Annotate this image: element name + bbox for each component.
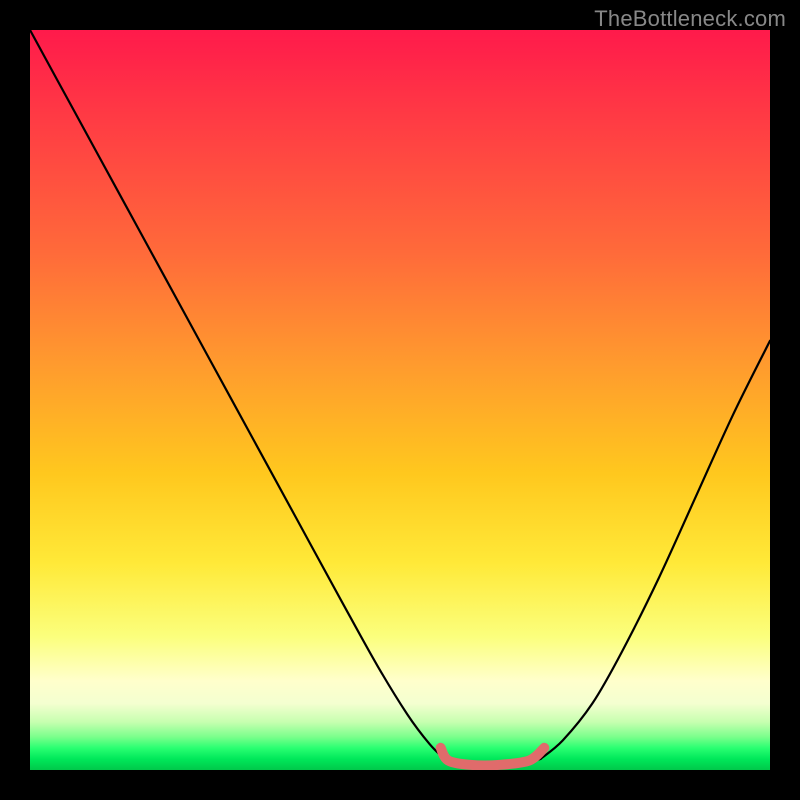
curve-left-branch bbox=[30, 30, 444, 759]
chart-frame: TheBottleneck.com bbox=[0, 0, 800, 800]
plot-area bbox=[30, 30, 770, 770]
curve-layer bbox=[30, 30, 770, 770]
curve-right-branch bbox=[541, 341, 770, 759]
watermark-text: TheBottleneck.com bbox=[594, 6, 786, 32]
curve-valley-highlight bbox=[441, 748, 545, 766]
